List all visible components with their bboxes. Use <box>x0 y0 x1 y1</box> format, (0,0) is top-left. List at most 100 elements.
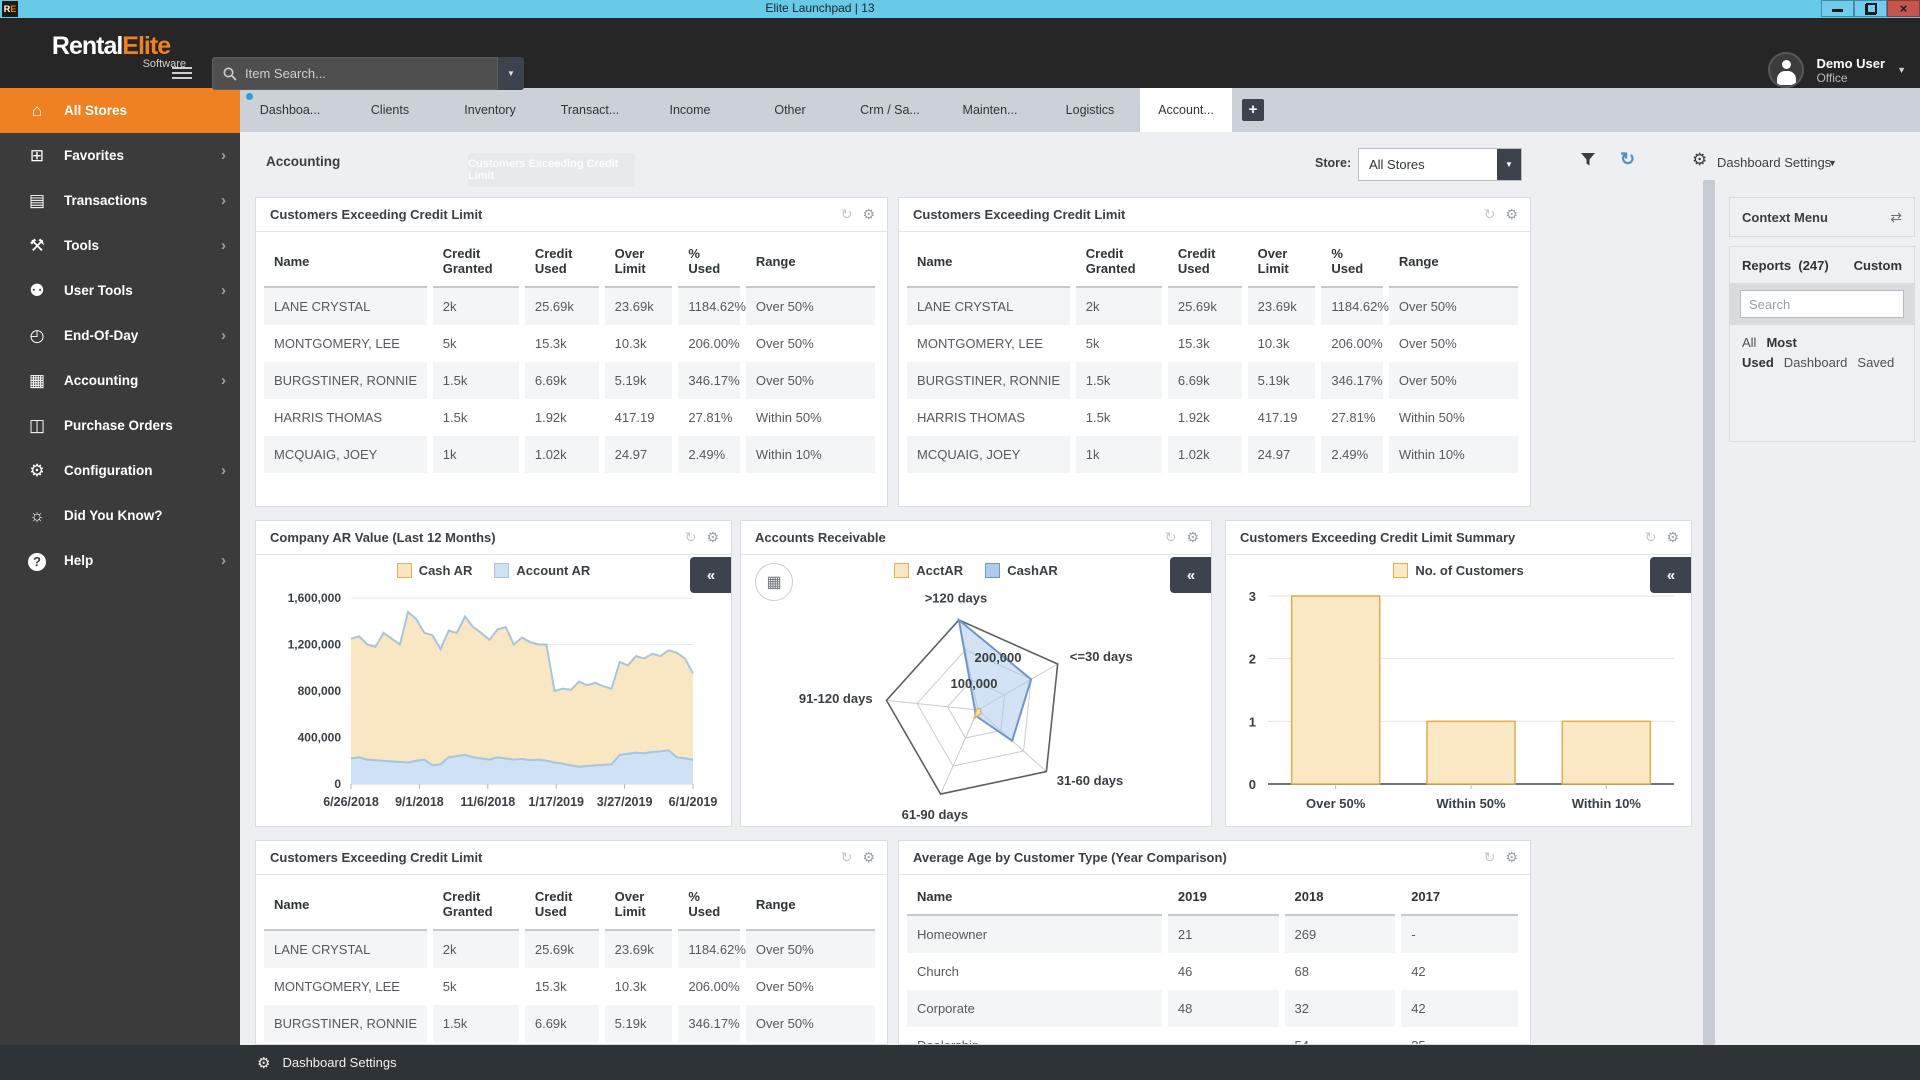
column-header[interactable]: Range <box>742 234 882 288</box>
sidebar-item-all-stores[interactable]: ⌂ All Stores <box>0 88 240 133</box>
sidebar-item-user-tools[interactable]: ⚉ User Tools › <box>0 268 240 313</box>
search-dropdown-button[interactable]: ▼ <box>498 57 524 90</box>
purchase-order-icon: ◫ <box>28 415 46 435</box>
column-header[interactable]: 2019 <box>1164 877 1285 916</box>
column-header[interactable]: Credit Used <box>1164 234 1248 288</box>
sidebar-item-accounting[interactable]: ▦ Accounting › <box>0 358 240 403</box>
column-header[interactable]: Credit Granted <box>429 877 525 931</box>
widget-gear-icon[interactable]: ⚙ <box>862 206 875 223</box>
widget-gear-icon[interactable]: ⚙ <box>1666 529 1679 546</box>
collapse-button[interactable]: « <box>690 557 731 593</box>
tab-crm-sa[interactable]: Crm / Sa... <box>840 88 940 132</box>
collapse-button[interactable]: « <box>1170 557 1211 593</box>
store-select[interactable]: All Stores ▼ <box>1358 148 1522 181</box>
reports-search-input[interactable] <box>1740 290 1904 318</box>
close-button[interactable]: × <box>1887 0 1920 17</box>
sidebar-item-label: Did You Know? <box>64 508 163 523</box>
column-header[interactable]: % Used <box>675 877 746 931</box>
sidebar-item-end-of-day[interactable]: ◴ End-Of-Day › <box>0 313 240 358</box>
tab-inventory[interactable]: Inventory <box>440 88 540 132</box>
column-header[interactable]: Credit Used <box>521 877 605 931</box>
column-header[interactable]: 2017 <box>1398 877 1524 916</box>
bottom-settings-gear-icon[interactable]: ⚙ <box>257 1054 270 1072</box>
svg-text:6/1/2019: 6/1/2019 <box>669 795 718 809</box>
widget-gear-icon[interactable]: ⚙ <box>862 849 875 866</box>
dashboard-settings-caret-icon[interactable]: ▼ <box>1828 158 1837 168</box>
widget-refresh-icon[interactable]: ↻ <box>1645 529 1657 546</box>
column-header[interactable]: Credit Granted <box>1072 234 1168 288</box>
column-header[interactable]: % Used <box>1318 234 1389 288</box>
restore-button[interactable] <box>1854 0 1887 17</box>
cell: MONTGOMERY, LEE <box>907 325 1076 362</box>
tab-account[interactable]: Account... <box>1140 88 1232 132</box>
tab-logistics[interactable]: Logistics <box>1040 88 1140 132</box>
sidebar-item-configuration[interactable]: ⚙ Configuration › <box>0 448 240 493</box>
cell: BURGSTINER, RONNIE <box>907 362 1076 399</box>
search-input[interactable]: Item Search... <box>212 57 498 90</box>
column-header[interactable]: % Used <box>675 234 746 288</box>
column-header[interactable]: Over Limit <box>601 877 679 931</box>
column-header[interactable]: Name <box>264 234 433 288</box>
filter-all[interactable]: All <box>1742 335 1756 350</box>
widget-accounts-receivable-radar: Accounts Receivable ↻ ⚙ ▦ AcctAR CashAR «… <box>740 520 1212 827</box>
widget-refresh-icon[interactable]: ↻ <box>1484 206 1496 223</box>
filter-saved[interactable]: Saved <box>1857 355 1894 370</box>
tab-income[interactable]: Income <box>640 88 740 132</box>
svg-text:3: 3 <box>1249 589 1256 604</box>
collapse-button[interactable]: « <box>1650 557 1691 593</box>
table-view-toggle-button[interactable]: ▦ <box>755 563 793 601</box>
column-header[interactable]: Range <box>1385 234 1525 288</box>
minimize-button[interactable] <box>1821 0 1854 17</box>
filter-dashboard[interactable]: Dashboard <box>1784 355 1848 370</box>
sidebar-item-did-you-know[interactable]: ☼ Did You Know? <box>0 493 240 538</box>
tab-other[interactable]: Other <box>740 88 840 132</box>
widget-gear-icon[interactable]: ⚙ <box>1505 849 1518 866</box>
sidebar-item-favorites[interactable]: ⊞ Favorites › <box>0 133 240 178</box>
cell: 1k <box>1072 436 1168 473</box>
column-header[interactable]: Credit Granted <box>429 234 525 288</box>
user-menu[interactable]: Demo User Office ▼ <box>1768 52 1906 88</box>
column-header[interactable]: Name <box>907 877 1168 916</box>
tab-dashboa[interactable]: Dashboa... <box>240 88 340 132</box>
cell: 346.17% <box>675 362 746 399</box>
tab-transact[interactable]: Transact... <box>540 88 640 132</box>
menu-toggle-icon[interactable] <box>172 64 192 82</box>
tab-clients[interactable]: Clients <box>340 88 440 132</box>
sidebar-item-tools[interactable]: ⚒ Tools › <box>0 223 240 268</box>
svg-text:3/27/2019: 3/27/2019 <box>597 795 653 809</box>
widget-gear-icon[interactable]: ⚙ <box>1505 206 1518 223</box>
widget-refresh-icon[interactable]: ↻ <box>841 849 853 866</box>
tab-custom[interactable]: Custom <box>1854 258 1902 273</box>
bottom-dashboard-settings-button[interactable]: Dashboard Settings <box>282 1055 396 1070</box>
sidebar-item-help[interactable]: ? Help › <box>0 538 240 583</box>
sidebar-item-transactions[interactable]: ▤ Transactions › <box>0 178 240 223</box>
widget-gear-icon[interactable]: ⚙ <box>706 529 719 546</box>
table-header-row: Name Credit Granted Credit Used Over Limit%… <box>264 877 882 931</box>
dashboard-settings-gear-icon[interactable]: ⚙ <box>1692 150 1707 170</box>
refresh-dashboard-button[interactable]: ↻ <box>1620 149 1635 170</box>
widget-refresh-icon[interactable]: ↻ <box>1165 529 1177 546</box>
notification-dot <box>246 93 253 100</box>
widget-refresh-icon[interactable]: ↻ <box>841 206 853 223</box>
vertical-scrollbar[interactable] <box>1703 180 1715 1045</box>
column-header[interactable]: Name <box>264 877 433 931</box>
svg-text:200,000: 200,000 <box>975 650 1022 665</box>
column-header[interactable]: Credit Used <box>521 234 605 288</box>
sidebar-item-purchase-orders[interactable]: ◫ Purchase Orders <box>0 403 240 448</box>
column-header[interactable]: 2018 <box>1281 877 1402 916</box>
filter-button[interactable] <box>1580 152 1596 167</box>
table-row: MONTGOMERY, LEE 5k 15.3k 10.3k 206.00% Over 5… <box>907 325 1525 362</box>
tab-mainten[interactable]: Mainten... <box>940 88 1040 132</box>
widget-refresh-icon[interactable]: ↻ <box>685 529 697 546</box>
widget-refresh-icon[interactable]: ↻ <box>1484 849 1496 866</box>
add-tab-button[interactable]: + <box>1242 99 1264 121</box>
reorder-icon[interactable]: ⇄ <box>1890 209 1902 226</box>
widget-gear-icon[interactable]: ⚙ <box>1186 529 1199 546</box>
dashboard-settings-button[interactable]: Dashboard Settings <box>1717 155 1831 170</box>
column-header[interactable]: Name <box>907 234 1076 288</box>
user-tools-icon: ⚉ <box>29 280 45 300</box>
tab-reports[interactable]: Reports (247) <box>1742 258 1854 273</box>
column-header[interactable]: Over Limit <box>1244 234 1322 288</box>
column-header[interactable]: Over Limit <box>601 234 679 288</box>
column-header[interactable]: Range <box>742 877 882 931</box>
